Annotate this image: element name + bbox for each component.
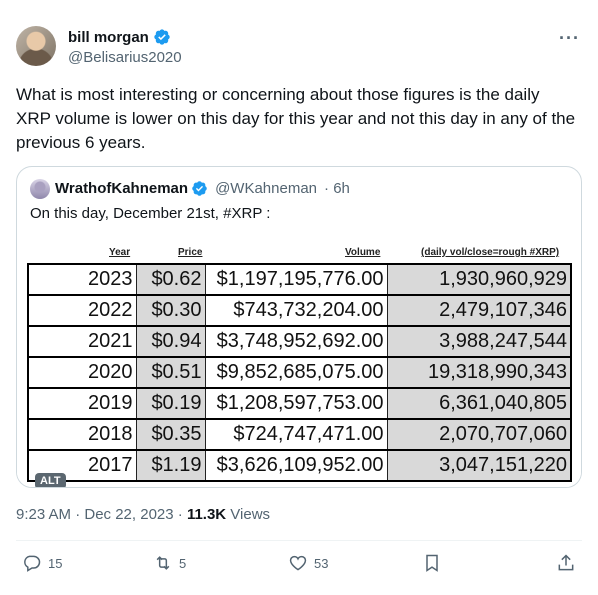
- like-count: 53: [314, 555, 329, 571]
- reply-button[interactable]: 15: [22, 553, 62, 573]
- cell-ratio: 2,070,707,060: [386, 418, 572, 451]
- like-button[interactable]: 53: [288, 553, 328, 573]
- cell-volume: $9,852,685,075.00: [204, 356, 388, 389]
- cell-volume: $3,748,952,692.00: [204, 325, 388, 358]
- heart-icon: [289, 555, 307, 571]
- header-ratio: (daily vol/close=rough #XRP): [421, 247, 560, 258]
- cell-year: 2021: [27, 325, 137, 358]
- quoted-tweet-card[interactable]: WrathofKahneman @WKahneman · 6h On this …: [16, 166, 582, 488]
- cell-ratio: 6,361,040,805: [386, 387, 572, 420]
- cell-ratio: 1,930,960,929: [386, 263, 572, 296]
- quoted-author-avatar: [30, 179, 50, 199]
- quoted-author-row: WrathofKahneman @WKahneman · 6h: [55, 180, 350, 197]
- repost-count: 5: [179, 555, 187, 571]
- cell-price: $0.51: [135, 356, 206, 389]
- bookmark-icon: [426, 554, 438, 572]
- cell-ratio: 3,047,151,220: [386, 449, 572, 482]
- cell-volume: $3,626,109,952.00: [204, 449, 388, 482]
- cell-year: 2020: [27, 356, 137, 389]
- table-row: 2019 $0.19 $1,208,597,753.00 6,361,040,805: [27, 387, 572, 420]
- alt-text-badge[interactable]: ALT: [35, 473, 66, 487]
- cell-ratio: 19,318,990,343: [386, 356, 572, 389]
- tweet-text: What is most interesting or concerning a…: [16, 85, 576, 152]
- views-count: 11.3K: [186, 506, 227, 523]
- cell-volume: $743,732,204.00: [204, 294, 388, 327]
- reply-icon: [24, 555, 41, 572]
- repost-button[interactable]: 5: [153, 553, 186, 573]
- bookmark-button[interactable]: [422, 553, 442, 573]
- share-icon: [558, 554, 574, 571]
- share-button[interactable]: [556, 553, 576, 573]
- cell-price: $0.30: [135, 294, 206, 327]
- cell-volume: $724,747,471.00: [204, 418, 388, 451]
- table-row: 2018 $0.35 $724,747,471.00 2,070,707,060: [27, 418, 572, 451]
- table-row: 2020 $0.51 $9,852,685,075.00 19,318,990,343: [27, 356, 572, 389]
- table-row: 2023 $0.62 $1,197,195,776.00 1,930,960,929: [27, 263, 572, 296]
- cell-price: $0.19: [135, 387, 206, 420]
- cell-ratio: 2,479,107,346: [386, 294, 572, 327]
- verified-badge-icon: [192, 181, 207, 196]
- header-volume: Volume: [345, 247, 381, 258]
- cell-price: $0.94: [135, 325, 206, 358]
- author-handle[interactable]: @Belisarius2020: [68, 49, 182, 66]
- cell-year: 2019: [27, 387, 137, 420]
- table-row: 2022 $0.30 $743,732,204.00 2,479,107,346: [27, 294, 572, 327]
- repost-icon: [156, 556, 170, 570]
- more-options-icon[interactable]: ···: [559, 28, 580, 49]
- divider: [16, 540, 582, 541]
- table-row: 2017 $1.19 $3,626,109,952.00 3,047,151,220: [27, 449, 572, 482]
- reply-count: 15: [48, 555, 63, 571]
- author-avatar[interactable]: [16, 26, 56, 66]
- table-row: 2021 $0.94 $3,748,952,692.00 3,988,247,544: [27, 325, 572, 358]
- cell-ratio: 3,988,247,544: [386, 325, 572, 358]
- quoted-author-handle: @WKahneman: [215, 180, 318, 197]
- quoted-author-name: WrathofKahneman: [55, 180, 189, 197]
- cell-price: $1.19: [135, 449, 206, 482]
- tweet-meta: 9:23 AM · Dec 22, 2023 · 11.3K Views: [16, 506, 270, 523]
- cell-volume: $1,208,597,753.00: [204, 387, 388, 420]
- xrp-data-table: 2023 $0.62 $1,197,195,776.00 1,930,960,929 2…: [27, 263, 572, 482]
- views-label: Views: [226, 506, 271, 523]
- header-price: Price: [178, 247, 203, 258]
- action-bar: 15 5 53: [16, 553, 582, 577]
- author-name-row[interactable]: bill morgan: [68, 28, 171, 46]
- verified-badge-icon: [154, 29, 170, 45]
- cell-year: 2022: [27, 294, 137, 327]
- cell-year: 2018: [27, 418, 137, 451]
- cell-price: $0.35: [135, 418, 206, 451]
- quoted-table-image[interactable]: Year Price Volume (daily vol/close=rough…: [17, 235, 581, 487]
- cell-year: 2023: [27, 263, 137, 296]
- header-year: Year: [109, 247, 131, 258]
- cell-price: $0.62: [135, 263, 206, 296]
- quoted-tweet-text: On this day, December 21st, #XRP :: [30, 205, 271, 222]
- quoted-tweet-time: · 6h: [324, 180, 350, 197]
- cell-volume: $1,197,195,776.00: [204, 263, 388, 296]
- author-name[interactable]: bill morgan: [68, 29, 149, 46]
- tweet-timestamp[interactable]: 9:23 AM · Dec 22, 2023 ·: [16, 506, 187, 523]
